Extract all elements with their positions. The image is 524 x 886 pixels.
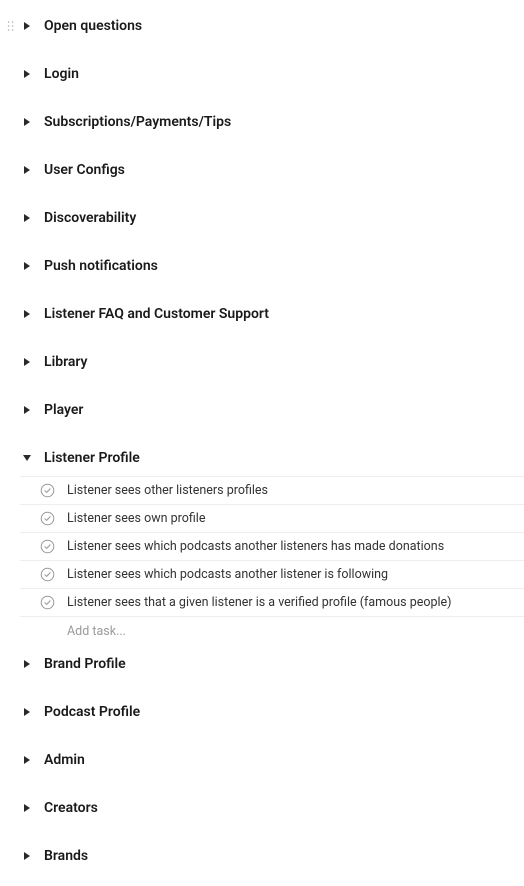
- drag-handle-icon[interactable]: [6, 19, 16, 33]
- chevron-right-icon[interactable]: [22, 21, 32, 31]
- section-label: Listener Profile: [44, 450, 140, 466]
- chevron-right-icon[interactable]: [22, 117, 32, 127]
- chevron-right-icon[interactable]: [22, 851, 32, 861]
- task-text: Listener sees other listeners profiles: [67, 483, 268, 498]
- section-label: Brands: [44, 848, 88, 864]
- task-text: Listener sees that a given listener is a…: [67, 595, 452, 610]
- task-text: Listener sees own profile: [67, 511, 205, 526]
- section-discoverability[interactable]: Discoverability: [0, 200, 524, 236]
- chevron-right-icon[interactable]: [22, 357, 32, 367]
- section-brands[interactable]: Brands: [0, 838, 524, 874]
- section-user-configs[interactable]: User Configs: [0, 152, 524, 188]
- section-label: Open questions: [44, 18, 142, 34]
- section-brand-profile[interactable]: Brand Profile: [0, 646, 524, 682]
- task-row[interactable]: Listener sees which podcasts another lis…: [20, 533, 524, 561]
- section-label: User Configs: [44, 162, 125, 178]
- task-row[interactable]: Listener sees that a given listener is a…: [20, 589, 524, 617]
- chevron-right-icon[interactable]: [22, 803, 32, 813]
- chevron-right-icon[interactable]: [22, 659, 32, 669]
- chevron-right-icon[interactable]: [22, 165, 32, 175]
- chevron-right-icon[interactable]: [22, 405, 32, 415]
- section-admin[interactable]: Admin: [0, 742, 524, 778]
- check-circle-icon[interactable]: [40, 539, 55, 554]
- section-listener-faq[interactable]: Listener FAQ and Customer Support: [0, 296, 524, 332]
- chevron-right-icon[interactable]: [22, 213, 32, 223]
- section-label: Brand Profile: [44, 656, 126, 672]
- task-list: Listener sees other listeners profiles L…: [20, 476, 524, 646]
- section-label: Creators: [44, 800, 98, 816]
- chevron-right-icon[interactable]: [22, 309, 32, 319]
- section-login[interactable]: Login: [0, 56, 524, 92]
- section-player[interactable]: Player: [0, 392, 524, 428]
- chevron-right-icon[interactable]: [22, 707, 32, 717]
- section-label: Player: [44, 402, 83, 418]
- check-circle-icon[interactable]: [40, 595, 55, 610]
- section-podcast-profile[interactable]: Podcast Profile: [0, 694, 524, 730]
- section-label: Admin: [44, 752, 85, 768]
- task-row[interactable]: Listener sees which podcasts another lis…: [20, 561, 524, 589]
- section-label: Podcast Profile: [44, 704, 140, 720]
- section-creators[interactable]: Creators: [0, 790, 524, 826]
- section-label: Library: [44, 354, 88, 370]
- section-push-notifications[interactable]: Push notifications: [0, 248, 524, 284]
- section-label: Login: [44, 66, 79, 82]
- check-circle-icon[interactable]: [40, 511, 55, 526]
- chevron-right-icon[interactable]: [22, 69, 32, 79]
- chevron-down-icon[interactable]: [22, 453, 32, 463]
- check-circle-icon[interactable]: [40, 483, 55, 498]
- section-label: Push notifications: [44, 258, 158, 274]
- section-open-questions[interactable]: Open questions: [0, 8, 524, 44]
- task-text: Listener sees which podcasts another lis…: [67, 539, 444, 554]
- check-circle-icon[interactable]: [40, 567, 55, 582]
- chevron-right-icon[interactable]: [22, 261, 32, 271]
- chevron-right-icon[interactable]: [22, 755, 32, 765]
- section-library[interactable]: Library: [0, 344, 524, 380]
- section-label: Subscriptions/Payments/Tips: [44, 114, 231, 130]
- section-label: Listener FAQ and Customer Support: [44, 306, 269, 322]
- task-row[interactable]: Listener sees own profile: [20, 505, 524, 533]
- task-text: Listener sees which podcasts another lis…: [67, 567, 388, 582]
- add-task-button[interactable]: Add task...: [20, 617, 524, 646]
- section-subscriptions[interactable]: Subscriptions/Payments/Tips: [0, 104, 524, 140]
- task-row[interactable]: Listener sees other listeners profiles: [20, 476, 524, 505]
- section-label: Discoverability: [44, 210, 136, 226]
- section-listener-profile[interactable]: Listener Profile: [0, 440, 524, 476]
